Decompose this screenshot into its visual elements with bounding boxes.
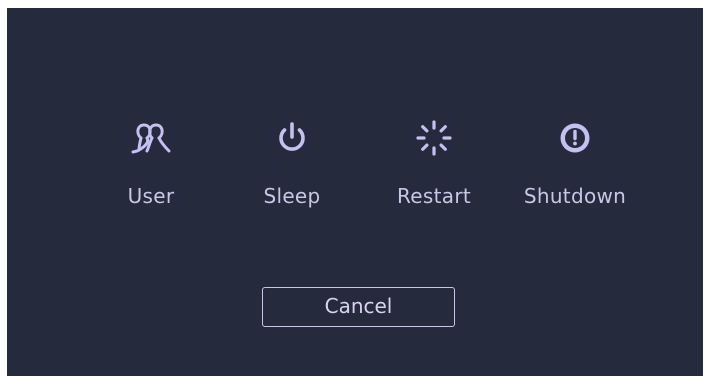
shutdown-icon xyxy=(555,118,595,158)
cancel-button[interactable]: Cancel xyxy=(262,287,455,327)
user-label: User xyxy=(127,184,175,208)
sleep-button[interactable]: Sleep xyxy=(227,118,357,218)
shutdown-button[interactable]: Shutdown xyxy=(510,118,640,218)
restart-button[interactable]: Restart xyxy=(369,118,499,218)
user-button[interactable]: User xyxy=(86,118,216,218)
power-dialog: User Sleep Restart Shutdown Cancel xyxy=(7,8,703,376)
restart-spinner-icon xyxy=(414,118,454,158)
restart-label: Restart xyxy=(397,184,471,208)
power-icon xyxy=(272,118,312,158)
shutdown-label: Shutdown xyxy=(523,184,627,208)
power-actions: User Sleep Restart Shutdown xyxy=(7,118,703,228)
sleep-label: Sleep xyxy=(263,184,321,208)
users-icon xyxy=(131,118,171,158)
